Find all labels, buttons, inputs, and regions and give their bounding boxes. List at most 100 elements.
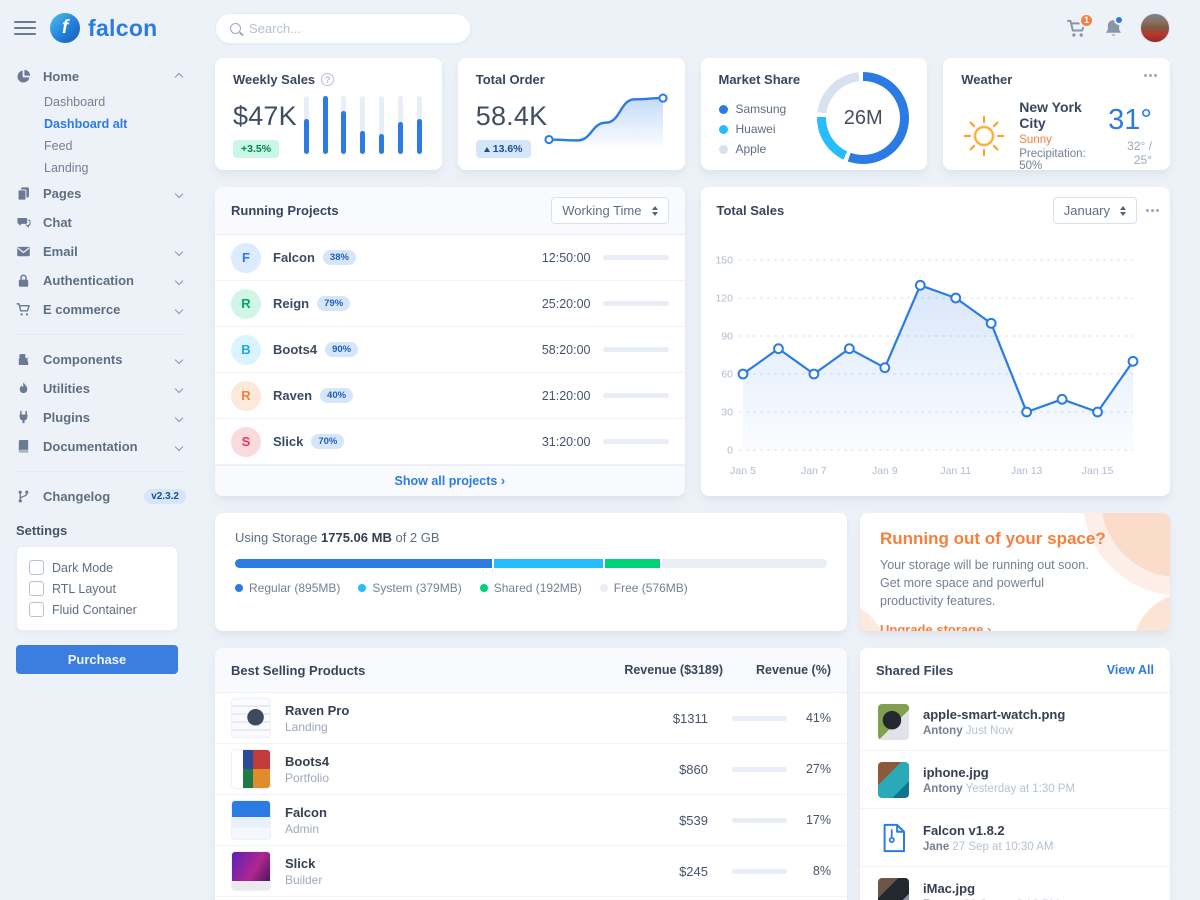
project-time: 25:20:00	[542, 297, 591, 311]
fluid-container-checkbox[interactable]	[29, 602, 44, 617]
user-avatar[interactable]	[1140, 13, 1170, 43]
product-row: SlickBuilder$2458%	[215, 846, 847, 897]
sidebar-item-feed[interactable]: Feed	[16, 135, 186, 157]
dark-mode-checkbox[interactable]	[29, 560, 44, 575]
shared-files-list: apple-smart-watch.png Antony Just Now ipho…	[860, 693, 1170, 900]
sidebar-item-dashboard-alt[interactable]: Dashboard alt	[16, 113, 186, 135]
file-thumbnail	[878, 762, 909, 798]
view-all-link[interactable]: View All	[1107, 663, 1154, 677]
ellipsis-menu-icon[interactable]	[1149, 74, 1152, 77]
sidebar-item-label: Chat	[43, 215, 186, 230]
upgrade-storage-link[interactable]: Upgrade storage ›	[880, 622, 991, 631]
sort-icon	[1120, 206, 1126, 216]
sidebar-item-dashboard[interactable]: Dashboard	[16, 91, 186, 113]
storage-segment-free	[662, 559, 827, 568]
product-category[interactable]: Builder	[285, 873, 322, 887]
sidebar-item-label: Changelog	[43, 489, 131, 504]
weather-title: Weather	[961, 72, 1012, 87]
help-icon[interactable]: ?	[321, 73, 334, 86]
file-name[interactable]: Falcon v1.8.2	[923, 823, 1053, 838]
project-name[interactable]: Slick	[273, 434, 303, 449]
sidebar-item-landing[interactable]: Landing	[16, 157, 186, 179]
sidebar-item-plugins[interactable]: Plugins	[16, 403, 186, 432]
sidebar-item-authentication[interactable]: Authentication	[16, 266, 186, 295]
storage-bar-chart	[235, 559, 827, 568]
sidebar-item-home[interactable]: Home	[16, 62, 186, 91]
svg-text:120: 120	[715, 293, 733, 305]
search-input[interactable]: Search...	[215, 13, 471, 44]
storage-legend-item: Regular (895MB)	[235, 581, 340, 595]
sidebar-item-utilities[interactable]: Utilities	[16, 374, 186, 403]
sidebar-item-label: Email	[43, 244, 165, 259]
show-all-projects-link[interactable]: Show all projects ›	[215, 465, 685, 496]
file-thumbnail	[878, 878, 909, 900]
sidebar-item-documentation[interactable]: Documentation	[16, 432, 186, 461]
product-name[interactable]: Raven Pro	[285, 703, 349, 718]
file-time: Just Now	[963, 725, 1014, 737]
product-name[interactable]: Slick	[285, 856, 322, 871]
chevron-down-icon	[175, 355, 183, 363]
sidebar-item-e-commerce[interactable]: E commerce	[16, 295, 186, 324]
project-name[interactable]: Boots4	[273, 342, 317, 357]
project-progress-badge: 70%	[311, 434, 344, 449]
project-avatar: B	[231, 335, 261, 365]
legend-dot	[480, 584, 488, 592]
file-name[interactable]: iMac.jpg	[923, 881, 1059, 896]
product-category[interactable]: Admin	[285, 822, 327, 836]
file-name[interactable]: apple-smart-watch.png	[923, 707, 1065, 722]
sidebar-item-changelog[interactable]: Changelog v2.3.2	[16, 482, 186, 511]
envelope-icon	[16, 244, 32, 260]
file-name[interactable]: iphone.jpg	[923, 765, 1075, 780]
project-time: 31:20:00	[542, 435, 591, 449]
storage-segment-system	[494, 559, 603, 568]
checkbox-rtl-layout[interactable]: RTL Layout	[29, 578, 165, 599]
comments-icon	[16, 215, 32, 231]
project-progress-badge: 90%	[325, 342, 358, 357]
sidebar-item-components[interactable]: Components	[16, 345, 186, 374]
checkbox-dark-mode[interactable]: Dark Mode	[29, 557, 165, 578]
product-name[interactable]: Boots4	[285, 754, 329, 769]
legend-label: System (379MB)	[372, 581, 461, 595]
weekly-sales-bar	[341, 96, 346, 154]
project-name[interactable]: Reign	[273, 296, 309, 311]
shared-files-card: Shared Files View All apple-smart-watch.…	[860, 648, 1170, 900]
project-name[interactable]: Raven	[273, 388, 312, 403]
file-author: Jane	[923, 841, 949, 853]
falcon-logo-icon: f	[50, 13, 80, 43]
notifications-button[interactable]	[1103, 18, 1124, 39]
working-time-select[interactable]: Working Time	[551, 197, 668, 224]
sidebar-item-pages[interactable]: Pages	[16, 179, 186, 208]
hamburger-menu-icon[interactable]	[14, 21, 36, 35]
market-share-title: Market Share	[719, 72, 801, 87]
weekly-sales-bar	[417, 96, 422, 154]
product-category[interactable]: Landing	[285, 720, 349, 734]
promo-body: Your storage will be running out soon. G…	[880, 556, 1101, 610]
project-name[interactable]: Falcon	[273, 250, 315, 265]
weather-city: New York City	[1019, 99, 1096, 131]
sidebar: f falcon HomeDashboardDashboard altFeedL…	[0, 0, 200, 900]
brand-name: falcon	[88, 15, 158, 42]
best-selling-list: Raven ProLanding$131141%Boots4Portfolio$…	[215, 693, 847, 900]
weekly-sales-bar	[304, 96, 309, 154]
product-thumbnail	[231, 698, 271, 738]
product-name[interactable]: Falcon	[285, 805, 327, 820]
product-category[interactable]: Portfolio	[285, 771, 329, 785]
checkbox-fluid-container[interactable]: Fluid Container	[29, 599, 165, 620]
sidebar-item-email[interactable]: Email	[16, 237, 186, 266]
cart-button[interactable]: 1	[1066, 18, 1087, 39]
brand-logo[interactable]: f falcon	[50, 13, 158, 43]
legend-dot	[600, 584, 608, 592]
project-progressbar	[603, 255, 669, 260]
month-select[interactable]: January	[1053, 197, 1137, 224]
project-progress-badge: 79%	[317, 296, 350, 311]
legend-dot	[719, 125, 728, 134]
sidebar-item-chat[interactable]: Chat	[16, 208, 186, 237]
product-revenue: $1311	[558, 711, 708, 726]
ellipsis-menu-icon[interactable]	[1151, 209, 1154, 212]
file-author: Antony	[923, 725, 963, 737]
version-badge: v2.3.2	[144, 489, 186, 504]
svg-text:0: 0	[727, 445, 733, 457]
project-progressbar	[603, 301, 669, 306]
rtl-layout-checkbox[interactable]	[29, 581, 44, 596]
purchase-button[interactable]: Purchase	[16, 645, 178, 674]
